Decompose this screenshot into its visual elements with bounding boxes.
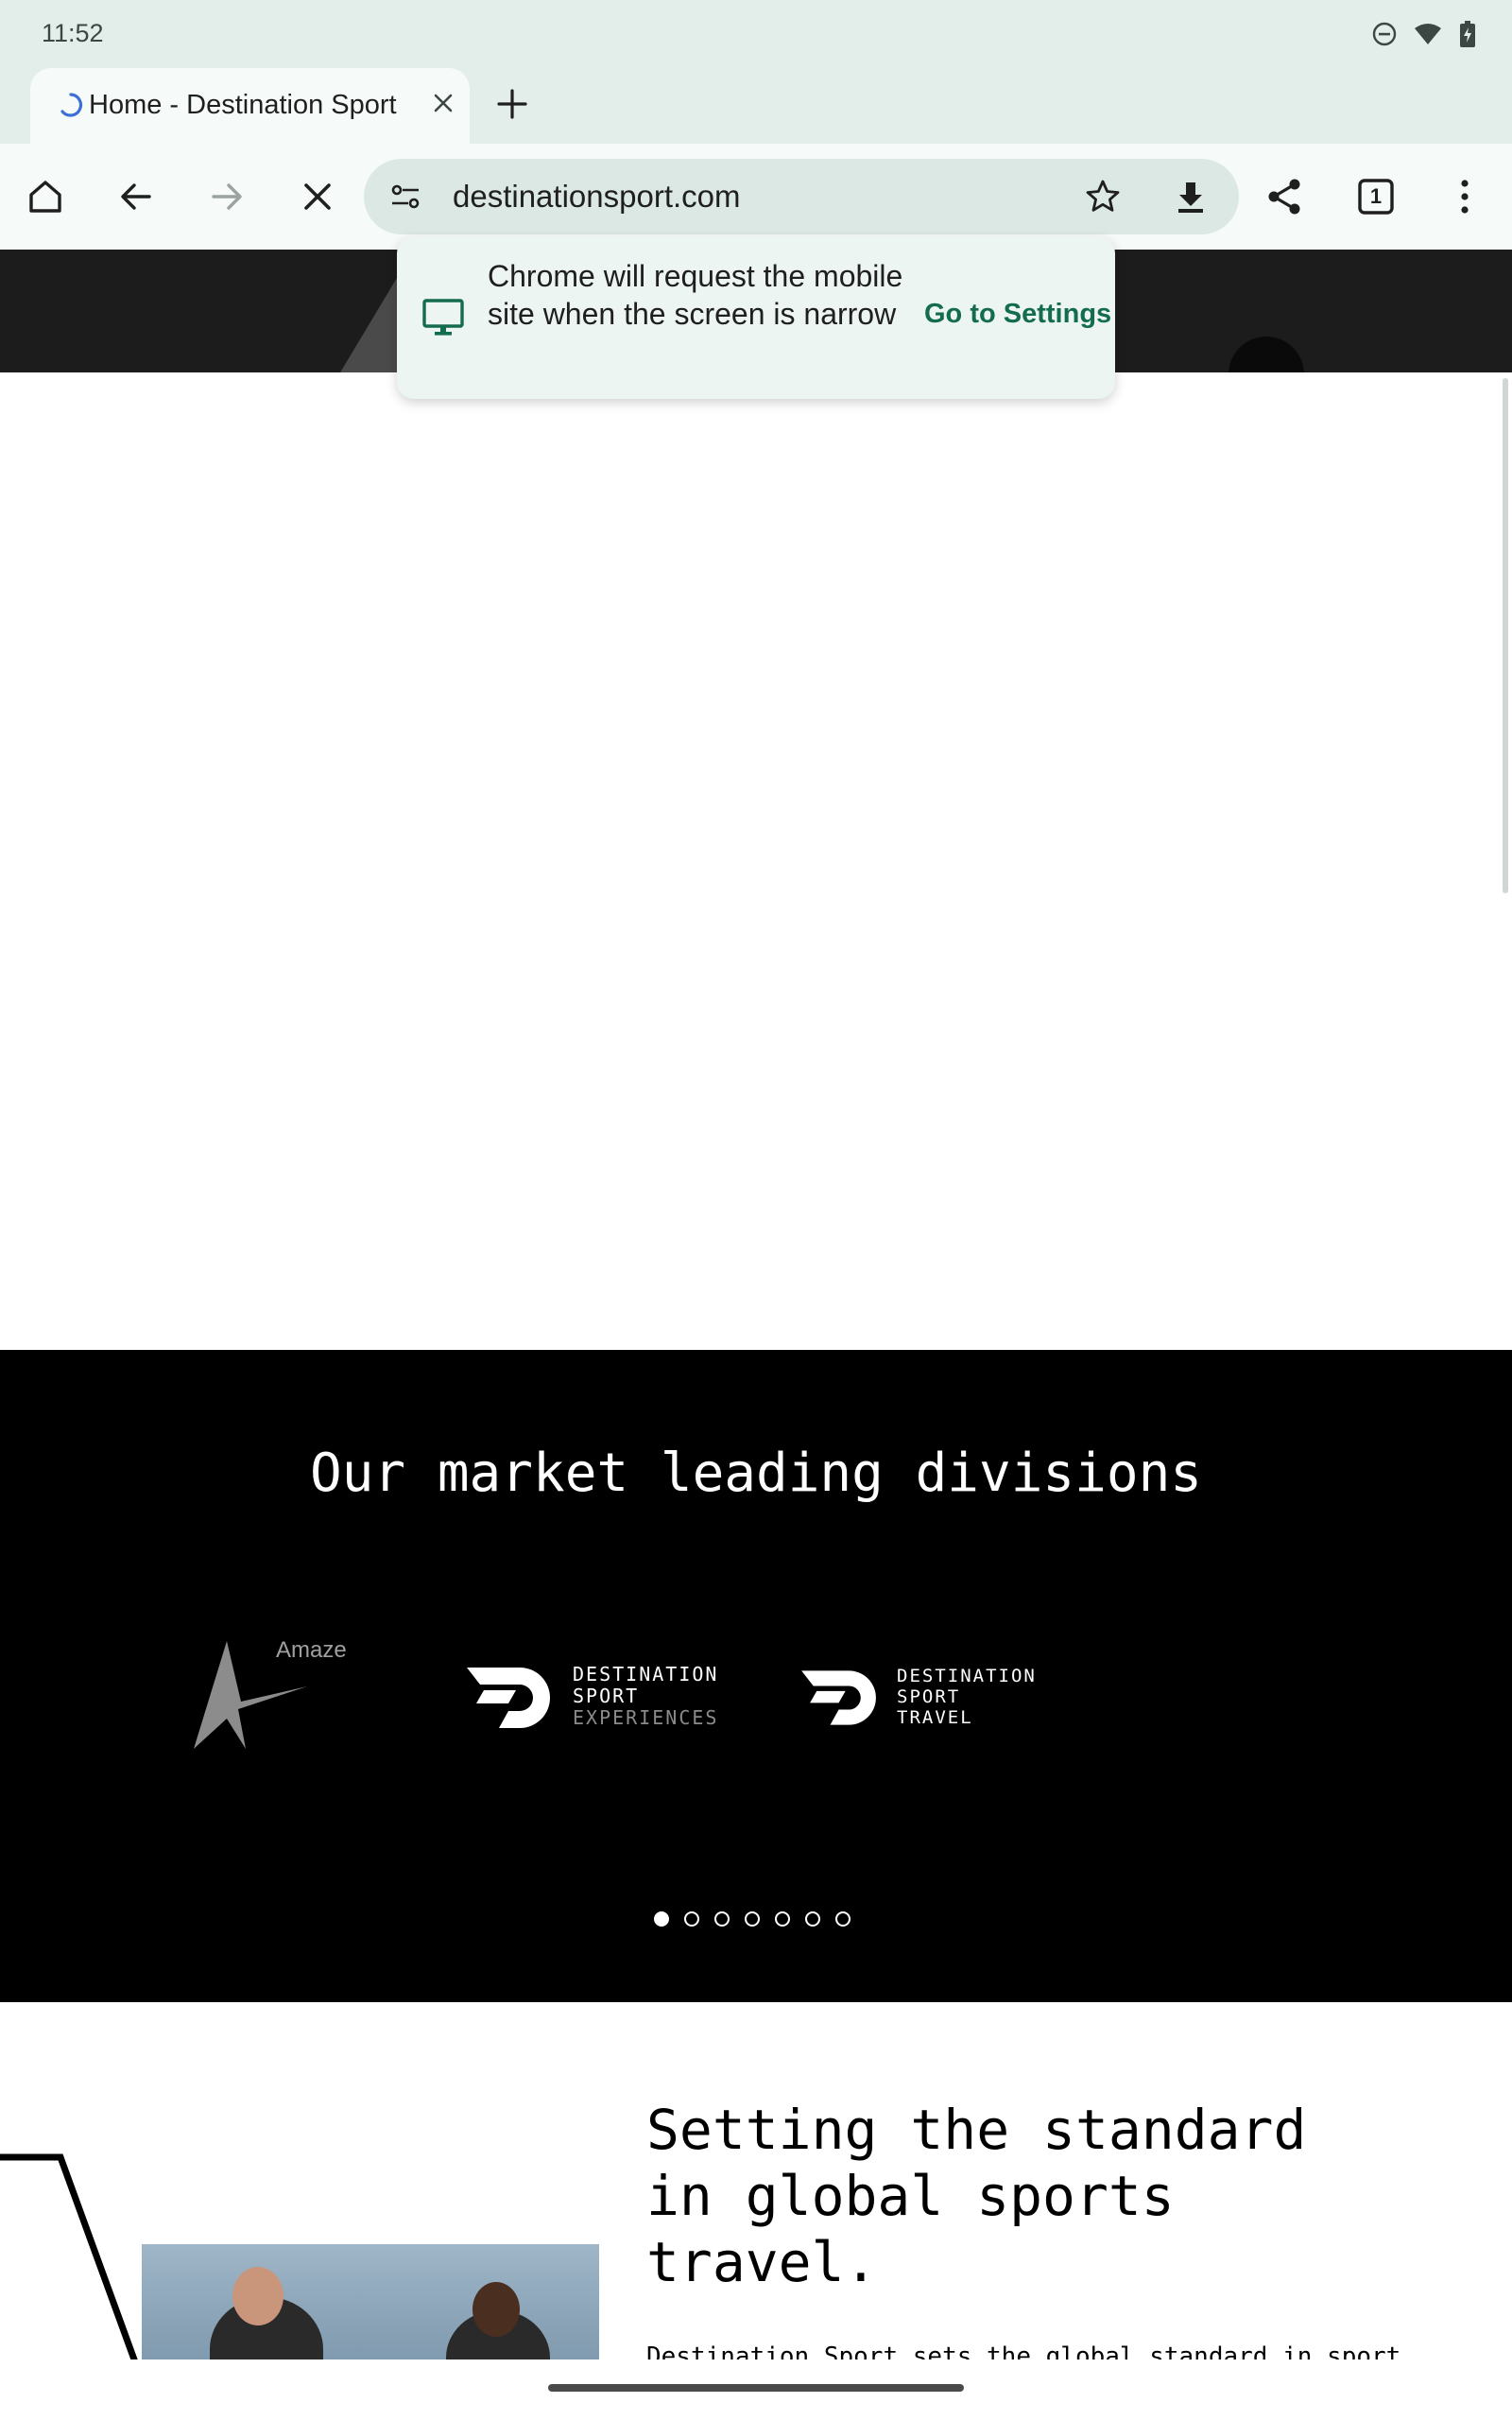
wordmark-line2: SPORT: [897, 1686, 961, 1707]
carousel-dot[interactable]: [805, 1911, 820, 1927]
wordmark-line3: TRAVEL: [897, 1707, 973, 1728]
ds-travel-wordmark: DESTINATION SPORT TRAVEL: [897, 1666, 1037, 1728]
amaze-logo[interactable]: Amaze: [189, 1634, 359, 1756]
ds-experiences-wordmark: DESTINATION SPORT EXPERIENCES: [573, 1664, 718, 1729]
battery-icon: [1460, 21, 1475, 47]
carousel-dot[interactable]: [835, 1911, 850, 1927]
share-button[interactable]: [1259, 170, 1312, 223]
popup-message: Chrome will request the mobile site when…: [488, 259, 903, 331]
wordmark-line2: SPORT: [573, 1685, 640, 1707]
do-not-disturb-icon: [1372, 22, 1397, 46]
active-tab[interactable]: Home - Destination Sport: [30, 68, 470, 144]
forward-button[interactable]: [200, 170, 253, 223]
ds-mark-icon: [801, 1670, 876, 1725]
home-button[interactable]: [19, 170, 72, 223]
destination-sport-experiences-logo[interactable]: DESTINATION SPORT EXPERIENCES: [467, 1662, 741, 1737]
destination-sport-travel-logo[interactable]: DESTINATION SPORT TRAVEL: [801, 1666, 1047, 1734]
back-button[interactable]: [110, 170, 163, 223]
player-face: [232, 2267, 284, 2325]
carousel-dot[interactable]: [714, 1911, 730, 1927]
page-scrollbar[interactable]: [1503, 378, 1508, 893]
tab-count: 1: [1369, 184, 1383, 208]
home-icon: [29, 181, 61, 213]
wordmark-line3: EXPERIENCES: [573, 1706, 719, 1729]
status-bar: 11:52: [0, 0, 1512, 68]
url-text[interactable]: destinationsport.com: [453, 179, 741, 215]
carousel-dot[interactable]: [684, 1911, 699, 1927]
menu-button[interactable]: [1438, 170, 1491, 223]
hero-figure: [1228, 337, 1304, 372]
desktop-monitor-icon: [422, 299, 464, 336]
more-vert-icon: [1461, 180, 1469, 214]
ds-mark-icon: [467, 1668, 550, 1728]
standard-heading: Setting the standard in global sports tr…: [646, 2098, 1307, 2294]
download-icon[interactable]: [1172, 178, 1210, 216]
divisions-title: Our market leading divisions: [309, 1443, 1202, 1504]
share-icon: [1268, 179, 1300, 215]
wifi-icon: [1415, 24, 1441, 44]
standard-section: Setting the standard in global sports tr…: [0, 2002, 1512, 2361]
player-face: [472, 2282, 520, 2337]
mobile-site-popup: Chrome will request the mobile site when…: [397, 236, 1115, 399]
stop-icon: [304, 183, 331, 210]
stop-loading-button[interactable]: [291, 170, 344, 223]
tab-title: Home - Destination Sport: [89, 90, 397, 120]
standard-body: Destination Sport sets the global standa…: [646, 2342, 1401, 2361]
carousel-dot[interactable]: [654, 1911, 669, 1927]
wordmark-line1: DESTINATION: [573, 1663, 719, 1685]
tab-switcher-button[interactable]: 1: [1349, 170, 1402, 223]
amaze-logo-text: Amaze: [276, 1637, 347, 1663]
divisions-section: Our market leading divisions Amaze DESTI…: [0, 1350, 1512, 2002]
site-settings-icon[interactable]: [388, 180, 422, 214]
close-tab-icon[interactable]: [427, 87, 459, 119]
hero-shape: [340, 278, 397, 372]
carousel-dot[interactable]: [745, 1911, 760, 1927]
back-arrow-icon: [121, 183, 151, 210]
bookmark-star-icon[interactable]: [1084, 178, 1122, 216]
players-photo: [142, 2244, 599, 2361]
new-tab-icon[interactable]: [493, 85, 531, 123]
go-to-settings-button[interactable]: Go to Settings: [924, 299, 1111, 330]
address-bar[interactable]: destinationsport.com: [364, 159, 1239, 234]
status-icons: [1372, 21, 1476, 47]
status-time: 11:52: [42, 19, 104, 47]
carousel-pagination: [654, 1911, 850, 1927]
wordmark-line1: DESTINATION: [897, 1666, 1037, 1686]
loading-spinner-icon: [60, 93, 83, 117]
carousel-dot[interactable]: [775, 1911, 790, 1927]
tab-strip: Home - Destination Sport: [0, 68, 1512, 144]
browser-toolbar: destinationsport.com 1: [0, 144, 1512, 250]
gesture-nav-handle[interactable]: [548, 2384, 964, 2392]
forward-arrow-icon: [212, 183, 242, 210]
